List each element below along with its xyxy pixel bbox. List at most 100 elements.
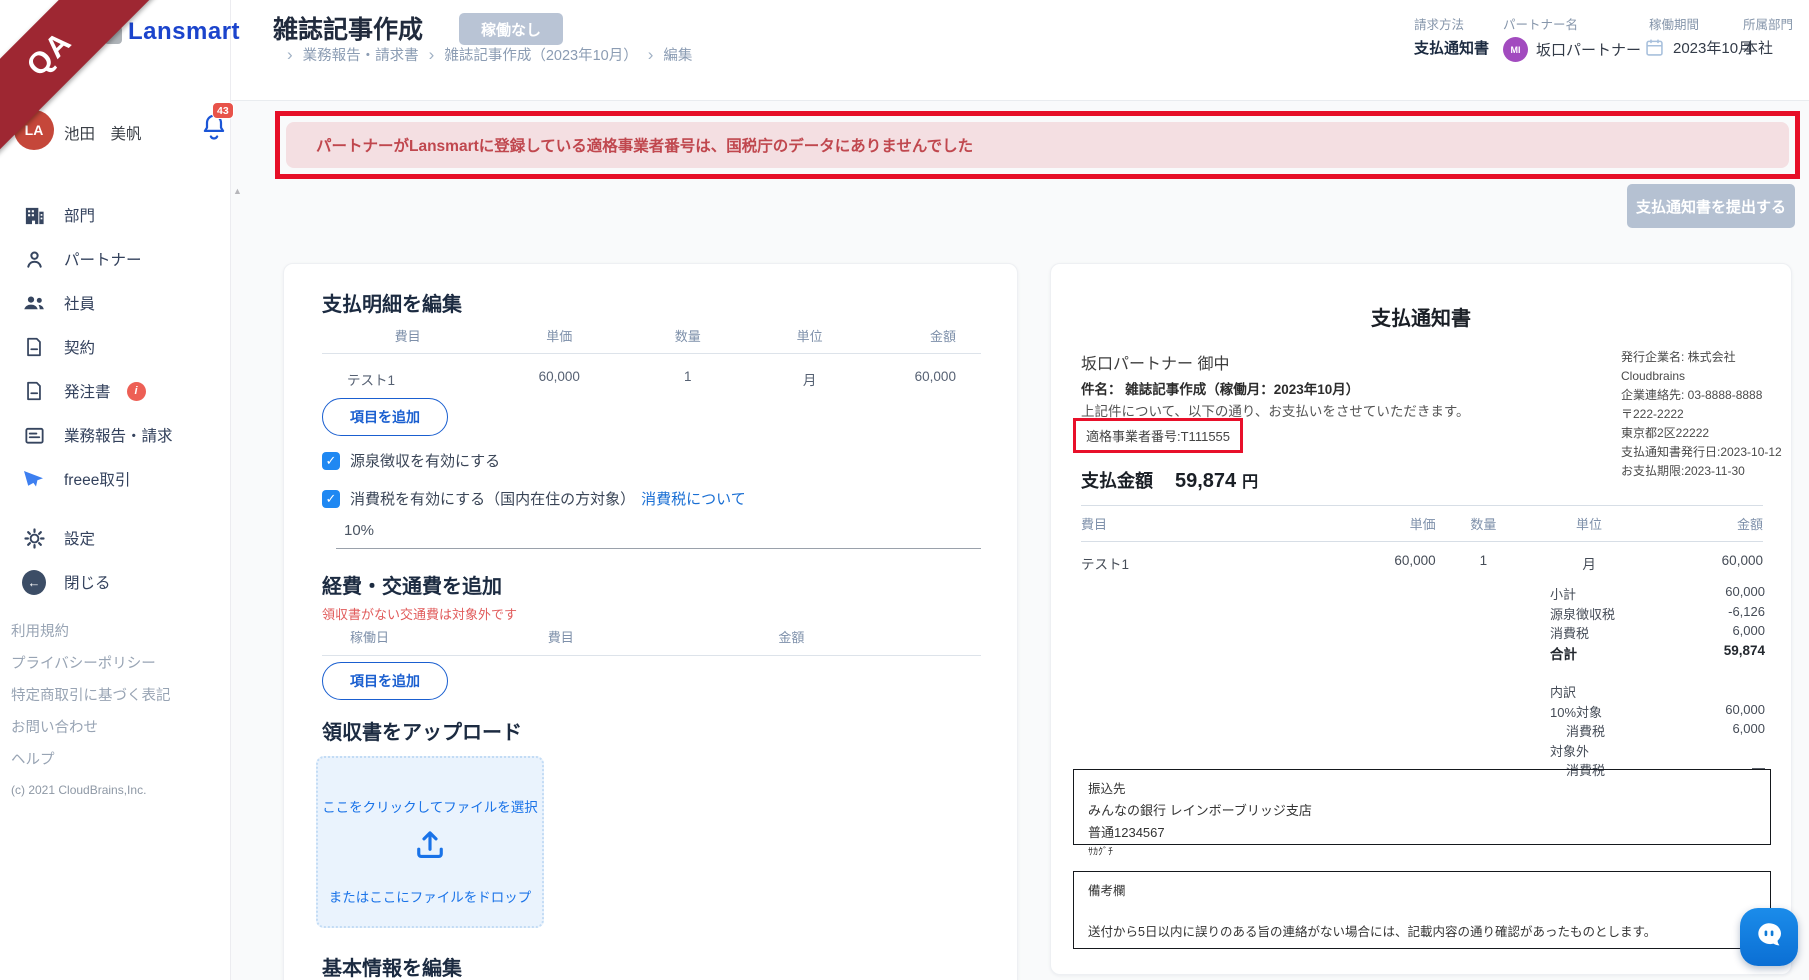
sidebar-item-employees[interactable]: 社員 bbox=[0, 283, 230, 323]
period-value: 2023年10月 bbox=[1644, 37, 1753, 58]
copyright: (c) 2021 CloudBrains,Inc. bbox=[11, 783, 147, 797]
cell-item: テスト1 bbox=[347, 373, 396, 388]
document-icon bbox=[22, 379, 46, 403]
doc-table-header: 費目 単価 数量 単位 金額 bbox=[1081, 505, 1763, 542]
col-unit-price: 単価 bbox=[1409, 517, 1436, 532]
sidebar-item-label: freee取引 bbox=[64, 472, 131, 489]
upload-icon bbox=[318, 826, 542, 862]
partner-avatar: MI bbox=[1503, 37, 1528, 62]
tax-about-link[interactable]: 消費税について bbox=[641, 488, 746, 509]
issuer-phone: 企業連絡先: 03-8888-8888 bbox=[1621, 388, 1763, 402]
bank-box-title: 振込先 bbox=[1088, 782, 1126, 796]
scrollbar-up-arrow[interactable] bbox=[232, 186, 243, 200]
qa-ribbon-label: QA bbox=[20, 24, 79, 83]
person-icon bbox=[22, 247, 46, 271]
sidebar-item-settings[interactable]: 設定 bbox=[0, 518, 230, 558]
remarks-note: 送付から5日以内に誤りのある旨の連絡がない場合には、記載内容の通り確認があったも… bbox=[1088, 925, 1657, 939]
bank-name-line: みんなの銀行 レインボーブリッジ支店 bbox=[1088, 803, 1312, 818]
breadcrumb-project[interactable]: 雑誌記事作成（2023年10月） bbox=[444, 44, 637, 65]
sidebar-item-freee[interactable]: freee取引 bbox=[0, 459, 230, 499]
col-unit-price: 単価 bbox=[546, 329, 573, 344]
col-item: 費目 bbox=[1081, 517, 1108, 532]
doc-items-table: 費目 単価 数量 単位 金額 テスト1 60,000 1 月 60,000 bbox=[1081, 505, 1763, 584]
doc-recipient: 坂口パートナー 御中 bbox=[1081, 356, 1230, 373]
col-item: 費目 bbox=[547, 630, 574, 645]
sidebar: Lansmart QA LA 池田 美帆 43 部門 パートナー 社員 契約 発… bbox=[0, 0, 240, 980]
period-text: 2023年10月 bbox=[1673, 40, 1754, 57]
upload-section-title: 領収書をアップロード bbox=[322, 722, 522, 744]
collapse-icon bbox=[22, 569, 46, 595]
cell-unit: 月 bbox=[1582, 557, 1596, 572]
breakdown-exempt-row: 対象外 bbox=[1550, 741, 1765, 761]
payment-notice-preview-card: 支払通知書 坂口パートナー 御中 件名： 雑誌記事作成（稼働月：2023年10月… bbox=[1050, 263, 1792, 975]
cell-quantity: 1 bbox=[683, 369, 692, 384]
sidebar-item-label: 部門 bbox=[64, 208, 96, 225]
footer-link-privacy[interactable]: プライバシーポリシー bbox=[11, 652, 156, 673]
sidebar-item-reports-invoices[interactable]: 業務報告・請求 bbox=[0, 415, 230, 455]
breakdown-label: 10%対象 bbox=[1550, 704, 1603, 720]
table-row[interactable]: テスト1 60,000 1 月 60,000 bbox=[322, 354, 981, 399]
add-item-button[interactable]: 項目を追加 bbox=[322, 398, 448, 436]
report-icon bbox=[22, 423, 46, 447]
col-quantity: 数量 bbox=[1470, 517, 1497, 532]
remarks-box: 備考欄 送付から5日以内に誤りのある旨の連絡がない場合には、記載内容の通り確認が… bbox=[1073, 871, 1771, 949]
cell-unit-price: 60,000 bbox=[538, 369, 580, 384]
remarks-box-title: 備考欄 bbox=[1088, 884, 1126, 898]
col-work-date: 稼働日 bbox=[350, 630, 390, 645]
sidebar-item-purchase-orders[interactable]: 発注書 i bbox=[0, 371, 230, 411]
sidebar-item-collapse[interactable]: 閉じる bbox=[0, 562, 230, 602]
issuer-due-date: お支払期限:2023-11-30 bbox=[1621, 464, 1745, 478]
tax-rate-input[interactable]: 10% bbox=[336, 522, 981, 549]
add-expense-button[interactable]: 項目を追加 bbox=[322, 662, 448, 700]
breakdown-10pct-row: 10%対象 60,000 bbox=[1550, 702, 1765, 722]
cell-quantity: 1 bbox=[1479, 553, 1488, 568]
col-amount: 金額 bbox=[929, 329, 956, 344]
breakdown-label: 消費税 bbox=[1566, 724, 1606, 739]
page-header: 雑誌記事作成 稼働なし 業務報告・請求書 雑誌記事作成（2023年10月） 編集… bbox=[231, 0, 1809, 101]
cell-item: テスト1 bbox=[1081, 557, 1130, 572]
total-value: 59,874 bbox=[1723, 642, 1765, 658]
withholding-label: 源泉徴収税 bbox=[1550, 606, 1616, 622]
receipt-dropzone[interactable]: ここをクリックしてファイルを選択 またはここにファイルをドロップ bbox=[316, 756, 544, 928]
footer-link-commerce-law[interactable]: 特定商取引に基づく表記 bbox=[11, 684, 171, 705]
submit-payment-notice-button[interactable]: 支払通知書を提出する bbox=[1627, 184, 1795, 228]
error-banner-text: パートナーがLansmartに登録している適格事業者番号は、国税庁のデータにあり… bbox=[316, 138, 974, 155]
chat-icon bbox=[1753, 919, 1785, 956]
sidebar-item-label: 設定 bbox=[64, 531, 96, 548]
footer-link-terms[interactable]: 利用規約 bbox=[11, 620, 69, 641]
breadcrumb-reports[interactable]: 業務報告・請求書 bbox=[303, 44, 419, 65]
issuer-company: 発行企業名: 株式会社Cloudbrains bbox=[1621, 350, 1736, 383]
cell-unit: 月 bbox=[802, 373, 817, 388]
breakdown-title-row: 内訳 bbox=[1550, 682, 1765, 702]
paper-plane-icon bbox=[22, 467, 46, 491]
payment-detail-edit-card: 支払明細を編集 費目 単価 数量 単位 金額 テスト1 60,000 1 月 6… bbox=[283, 263, 1018, 980]
chevron-right-icon bbox=[648, 45, 654, 65]
sidebar-item-contracts[interactable]: 契約 bbox=[0, 327, 230, 367]
edit-section-title: 支払明細を編集 bbox=[322, 294, 462, 316]
footer-link-help[interactable]: ヘルプ bbox=[11, 748, 55, 769]
footer-link-contact[interactable]: お問い合わせ bbox=[11, 716, 98, 737]
col-unit: 単位 bbox=[1576, 517, 1603, 532]
chat-launcher-button[interactable] bbox=[1740, 908, 1798, 966]
basic-info-section-title: 基本情報を編集 bbox=[322, 958, 462, 980]
withholding-checkbox[interactable] bbox=[322, 451, 340, 470]
breadcrumb-edit: 編集 bbox=[663, 48, 693, 64]
breakdown-title: 内訳 bbox=[1550, 685, 1577, 700]
breakdown-value: 60,000 bbox=[1725, 701, 1765, 717]
sidebar-item-departments[interactable]: 部門 bbox=[0, 195, 230, 235]
page-title: 雑誌記事作成 bbox=[273, 16, 424, 44]
tax-checkbox[interactable] bbox=[322, 489, 340, 508]
tax-value: 6,000 bbox=[1732, 623, 1765, 638]
sidebar-item-partners[interactable]: パートナー bbox=[0, 239, 230, 279]
withholding-row: 源泉徴収税 -6,126 bbox=[1550, 604, 1765, 624]
doc-breakdown: 内訳 10%対象 60,000 消費税 6,000 対象外 消費税 — bbox=[1550, 682, 1765, 780]
tax-label: 消費税 bbox=[1550, 626, 1590, 641]
partner-name-value: MI 坂口パートナー bbox=[1503, 37, 1641, 62]
document-icon bbox=[22, 335, 46, 359]
partner-name-label: パートナー名 bbox=[1503, 18, 1579, 32]
col-amount: 金額 bbox=[778, 630, 805, 645]
issuer-address: 東京都2区22222 bbox=[1621, 426, 1710, 440]
doc-totals: 小計 60,000 源泉徴収税 -6,126 消費税 6,000 合計 59,874 bbox=[1550, 584, 1765, 662]
subtotal-row: 小計 60,000 bbox=[1550, 584, 1765, 604]
doc-issuer-block: 発行企業名: 株式会社Cloudbrains 企業連絡先: 03-8888-88… bbox=[1621, 348, 1786, 481]
